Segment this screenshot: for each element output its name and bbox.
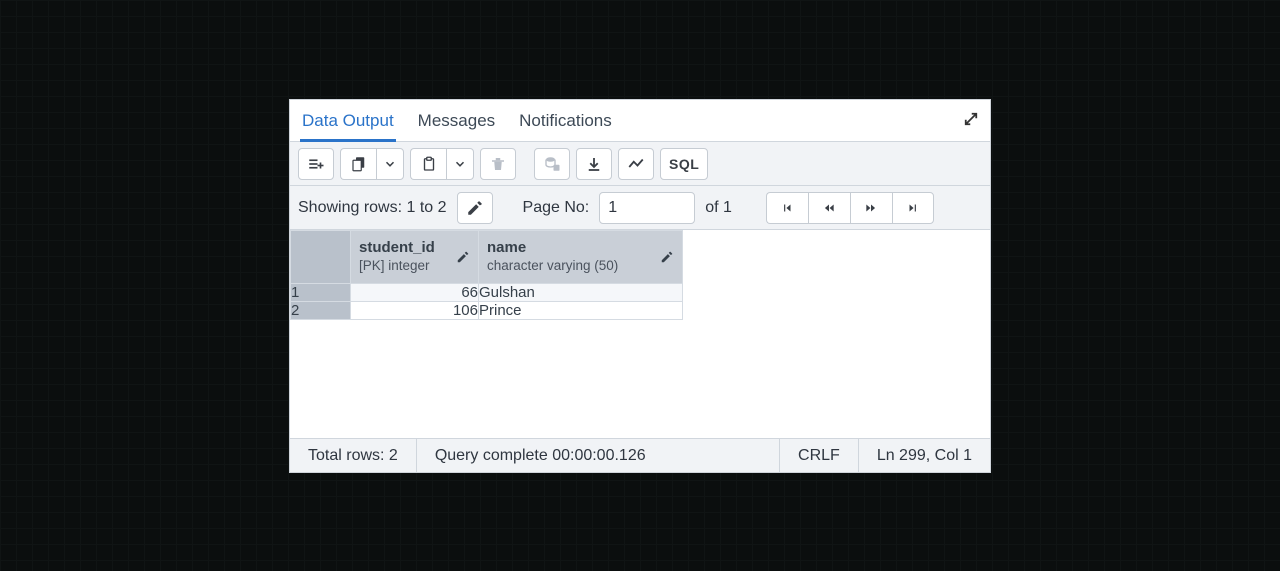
delete-row-button[interactable]	[480, 148, 516, 180]
column-name: student_id	[359, 239, 435, 258]
tab-messages[interactable]: Messages	[416, 108, 497, 142]
chevron-down-icon	[383, 157, 397, 171]
grid-corner[interactable]	[291, 231, 351, 284]
paste-dropdown-button[interactable]	[446, 148, 474, 180]
of-pages-label: of 1	[705, 199, 732, 217]
first-page-button[interactable]	[766, 192, 808, 224]
status-cursor-position: Ln 299, Col 1	[859, 439, 990, 472]
status-total-rows: Total rows: 2	[290, 439, 417, 472]
last-page-icon	[906, 201, 920, 215]
cell-student_id[interactable]: 106	[351, 302, 479, 320]
tab-notifications[interactable]: Notifications	[517, 108, 614, 142]
trash-icon	[489, 155, 507, 173]
chevron-down-icon	[453, 157, 467, 171]
paste-button-group	[410, 148, 474, 180]
database-save-icon	[543, 155, 561, 173]
column-name: name	[487, 239, 618, 258]
column-header-student_id[interactable]: student_id [PK] integer	[351, 231, 479, 284]
showing-rows-label: Showing rows: 1 to 2	[298, 199, 447, 217]
copy-button[interactable]	[340, 148, 376, 180]
table-row[interactable]: 2 106 Prince	[291, 302, 683, 320]
tab-data-output[interactable]: Data Output	[300, 108, 396, 142]
pencil-icon	[466, 199, 484, 217]
table-row[interactable]: 1 66 Gulshan	[291, 284, 683, 302]
copy-dropdown-button[interactable]	[376, 148, 404, 180]
previous-page-button[interactable]	[808, 192, 850, 224]
clipboard-icon	[420, 155, 438, 173]
chart-line-icon	[627, 155, 645, 173]
column-type: character varying (50)	[487, 258, 618, 275]
paste-button[interactable]	[410, 148, 446, 180]
pencil-icon[interactable]	[456, 250, 470, 264]
add-row-icon	[307, 155, 325, 173]
expand-panel-button[interactable]	[962, 110, 980, 131]
status-bar: Total rows: 2 Query complete 00:00:00.12…	[290, 438, 990, 472]
cell-name[interactable]: Prince	[479, 302, 683, 320]
download-button[interactable]	[576, 148, 612, 180]
pencil-icon[interactable]	[660, 250, 674, 264]
edit-rows-button[interactable]	[457, 192, 493, 224]
status-line-ending[interactable]: CRLF	[780, 439, 859, 472]
pagination-bar: Showing rows: 1 to 2 Page No: of 1	[290, 186, 990, 230]
row-number[interactable]: 1	[291, 284, 351, 302]
row-number[interactable]: 2	[291, 302, 351, 320]
prev-page-icon	[822, 201, 836, 215]
status-query-complete: Query complete 00:00:00.126	[417, 439, 780, 472]
sql-button[interactable]: SQL	[660, 148, 708, 180]
cell-name[interactable]: Gulshan	[479, 284, 683, 302]
column-header-name[interactable]: name character varying (50)	[479, 231, 683, 284]
results-panel: Data Output Messages Notifications	[289, 99, 991, 473]
save-data-button[interactable]	[534, 148, 570, 180]
copy-button-group	[340, 148, 404, 180]
add-row-button[interactable]	[298, 148, 334, 180]
page-no-label: Page No:	[523, 199, 590, 217]
cell-student_id[interactable]: 66	[351, 284, 479, 302]
page-buttons	[766, 192, 934, 224]
results-grid[interactable]: student_id [PK] integer name character v…	[290, 230, 990, 438]
next-page-icon	[864, 201, 878, 215]
column-type: [PK] integer	[359, 258, 435, 275]
download-icon	[585, 155, 603, 173]
graph-visualizer-button[interactable]	[618, 148, 654, 180]
tabs-bar: Data Output Messages Notifications	[290, 100, 990, 142]
results-table: student_id [PK] integer name character v…	[290, 230, 683, 320]
expand-icon	[962, 110, 980, 128]
toolbar: SQL	[290, 142, 990, 186]
page-number-input[interactable]	[599, 192, 695, 224]
first-page-icon	[780, 201, 794, 215]
last-page-button[interactable]	[892, 192, 934, 224]
copy-icon	[350, 155, 368, 173]
next-page-button[interactable]	[850, 192, 892, 224]
